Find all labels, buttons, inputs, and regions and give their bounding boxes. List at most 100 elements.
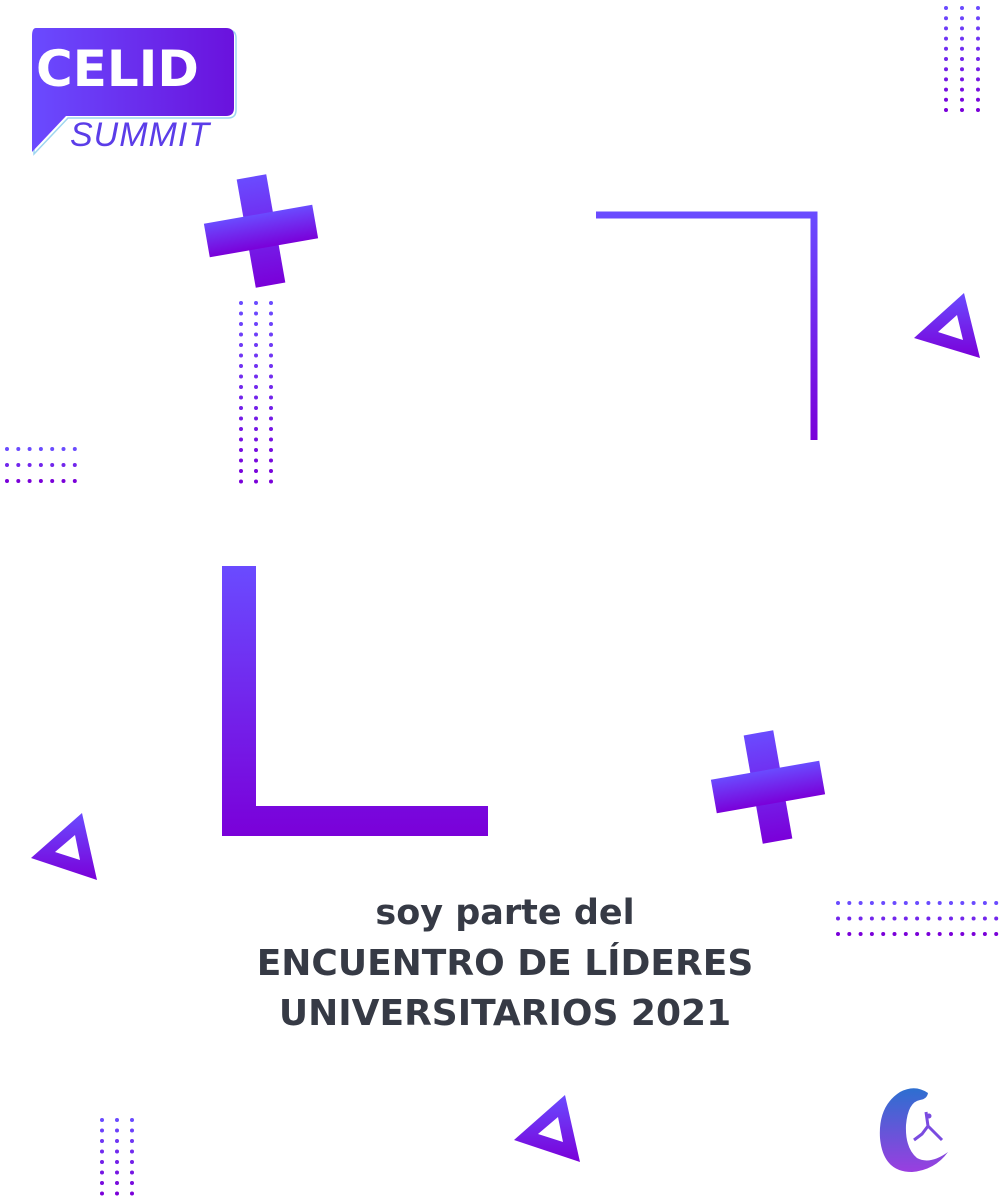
dot	[115, 1118, 119, 1122]
dot	[960, 67, 964, 72]
dot	[976, 67, 980, 72]
dot	[944, 97, 948, 102]
dot	[100, 1128, 104, 1133]
dot	[239, 364, 243, 368]
dot	[254, 427, 258, 431]
message-line-1: soy parte del	[375, 893, 635, 933]
dot	[61, 463, 66, 467]
dot	[960, 26, 964, 31]
dot	[254, 448, 258, 452]
dot	[239, 448, 243, 452]
dot	[100, 1170, 104, 1175]
dot	[115, 1191, 119, 1196]
dot	[239, 406, 243, 410]
dot	[944, 67, 948, 72]
corner-bracket-top-right	[596, 211, 818, 440]
dot	[115, 1181, 119, 1185]
dot	[100, 1191, 104, 1196]
dot	[960, 46, 964, 51]
dot	[269, 448, 273, 452]
dot	[38, 479, 43, 483]
dot	[269, 301, 273, 305]
dot	[960, 87, 964, 92]
dot	[27, 479, 32, 483]
dot	[115, 1149, 119, 1154]
dot	[254, 353, 258, 358]
dot	[976, 26, 980, 31]
dot	[38, 447, 43, 451]
dot	[50, 463, 55, 467]
dot	[130, 1160, 134, 1164]
dot	[976, 57, 980, 61]
dot	[239, 332, 243, 337]
dot	[976, 97, 980, 102]
dot	[27, 447, 32, 451]
dot	[130, 1181, 134, 1185]
dot	[944, 87, 948, 92]
dot	[976, 77, 980, 82]
dot	[130, 1170, 134, 1175]
dot	[130, 1191, 134, 1196]
dot	[27, 463, 32, 467]
dot	[269, 416, 273, 421]
dot	[960, 77, 964, 82]
dot	[269, 427, 273, 431]
dot	[5, 479, 9, 483]
dot	[976, 46, 980, 51]
dot	[944, 6, 948, 10]
dot	[960, 6, 964, 10]
dot	[50, 447, 55, 451]
plus-icon	[203, 174, 319, 288]
dot	[960, 97, 964, 102]
dot	[944, 57, 948, 61]
dot	[254, 416, 258, 421]
dot	[100, 1149, 104, 1154]
dot	[5, 447, 9, 451]
dot	[100, 1118, 104, 1122]
dot	[269, 458, 273, 463]
dot	[115, 1128, 119, 1133]
dot	[115, 1170, 119, 1175]
dot	[269, 332, 273, 337]
dot	[50, 479, 55, 483]
dot	[960, 57, 964, 61]
dot	[976, 108, 980, 112]
dot	[100, 1181, 104, 1185]
dot	[239, 343, 243, 347]
dot	[239, 301, 243, 305]
dot	[269, 311, 273, 316]
dot	[269, 437, 273, 442]
logo-subtitle: SUMMIT	[70, 116, 211, 154]
dot	[254, 322, 258, 326]
dot	[16, 463, 21, 467]
dot	[16, 447, 21, 451]
poster: CELID SUMMIT soy parte del ENCUENTRO DE …	[0, 0, 1000, 1200]
dot	[239, 385, 243, 389]
dot	[38, 463, 43, 467]
dot	[254, 385, 258, 389]
dot	[239, 458, 243, 463]
plus-icon	[710, 730, 826, 844]
dot	[944, 36, 948, 41]
dot	[269, 322, 273, 326]
dot	[976, 6, 980, 10]
dot	[61, 479, 66, 483]
dot	[100, 1139, 104, 1143]
dot	[960, 36, 964, 41]
dot	[269, 353, 273, 358]
dot	[269, 479, 273, 484]
dot	[254, 343, 258, 347]
dot	[61, 447, 66, 451]
dot	[944, 108, 948, 112]
dot	[115, 1139, 119, 1143]
dot	[130, 1118, 134, 1122]
dot	[100, 1160, 104, 1164]
dot	[239, 427, 243, 431]
dot	[269, 395, 273, 400]
dot	[254, 332, 258, 337]
message-line-3: UNIVERSITARIOS 2021	[278, 993, 732, 1034]
dot	[254, 311, 258, 316]
dot	[239, 374, 243, 379]
dot	[254, 458, 258, 463]
dot	[130, 1128, 134, 1133]
